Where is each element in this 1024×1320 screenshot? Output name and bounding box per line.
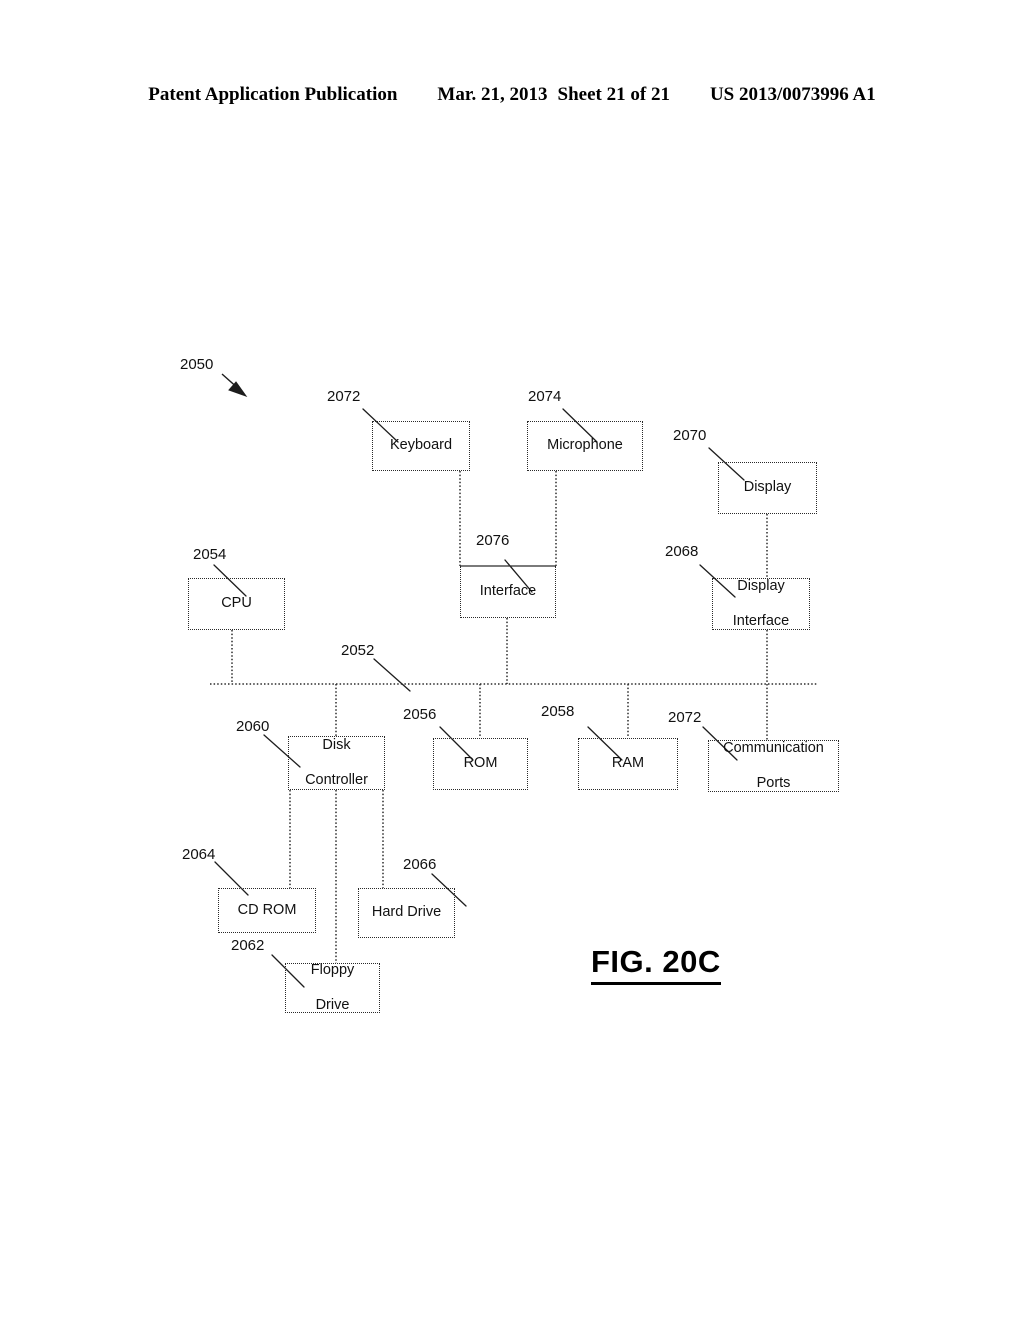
ref-2064-cd-rom: 2064 [182,846,216,863]
node-hard-drive[interactable]: Hard Drive [358,888,455,938]
ref-2076-interface: 2076 [476,532,510,549]
display-interface-line1: Display [737,578,785,595]
node-floppy-drive[interactable]: Floppy Drive [285,962,380,1013]
ref-2054-cpu: 2054 [193,546,227,563]
node-ram-label: RAM [611,755,645,772]
leader-2052-bus [373,658,411,692]
node-disk-controller-label: Disk Controller [305,737,368,788]
figure-caption: FIG. 20C [591,944,721,985]
ref-2070-display: 2070 [673,427,707,444]
ref-2058-ram: 2058 [541,703,575,720]
node-rom[interactable]: ROM [433,738,528,790]
ref-2050-system: 2050 [180,356,214,373]
display-interface-line2: Interface [732,612,790,629]
floppy-drive-line1: Floppy [310,962,355,979]
floppy-drive-line2: Drive [315,996,350,1013]
figure-connectors [210,373,818,988]
node-keyboard[interactable]: Keyboard [372,421,470,471]
node-keyboard-label: Keyboard [389,437,453,454]
node-cpu-label: CPU [221,595,252,612]
node-communication-ports[interactable]: Communication Ports [708,740,839,792]
node-ram[interactable]: RAM [578,738,678,790]
node-cpu[interactable]: CPU [188,578,285,630]
node-display-interface-label: Display Interface [733,578,789,629]
disk-controller-line2: Controller [305,771,368,788]
node-cd-rom[interactable]: CD ROM [218,888,316,933]
ref-2072-keyboard: 2072 [327,388,361,405]
communication-ports-line2: Ports [756,774,791,791]
ref-2060-disk-controller: 2060 [236,718,270,735]
ref-2066-hard-drive: 2066 [403,856,437,873]
ref-2072-communication-ports: 2072 [668,709,702,726]
node-display-label: Display [743,479,792,496]
communication-ports-line1: Communication [723,740,824,757]
figure-20c: Keyboard Microphone Display Interface Di… [0,0,1024,1320]
node-hard-drive-label: Hard Drive [371,904,442,921]
ref-2068-display-interface: 2068 [665,543,699,560]
node-floppy-drive-label: Floppy Drive [311,962,355,1013]
node-cd-rom-label: CD ROM [237,901,297,918]
ref-2056-rom: 2056 [403,706,437,723]
system-pointer-arrow [221,373,248,397]
node-display[interactable]: Display [718,462,817,514]
node-display-interface[interactable]: Display Interface [712,578,810,630]
ref-2062-floppy-drive: 2062 [231,937,265,954]
node-communication-ports-label: Communication Ports [723,740,824,791]
node-rom-label: ROM [463,755,498,772]
ref-2052-bus: 2052 [341,642,375,659]
node-microphone[interactable]: Microphone [527,421,643,471]
node-interface[interactable]: Interface [460,566,556,618]
node-disk-controller[interactable]: Disk Controller [288,736,385,790]
ref-2074-microphone: 2074 [528,388,562,405]
node-microphone-label: Microphone [547,437,623,454]
node-interface-label: Interface [479,582,537,599]
disk-controller-line1: Disk [322,737,351,754]
